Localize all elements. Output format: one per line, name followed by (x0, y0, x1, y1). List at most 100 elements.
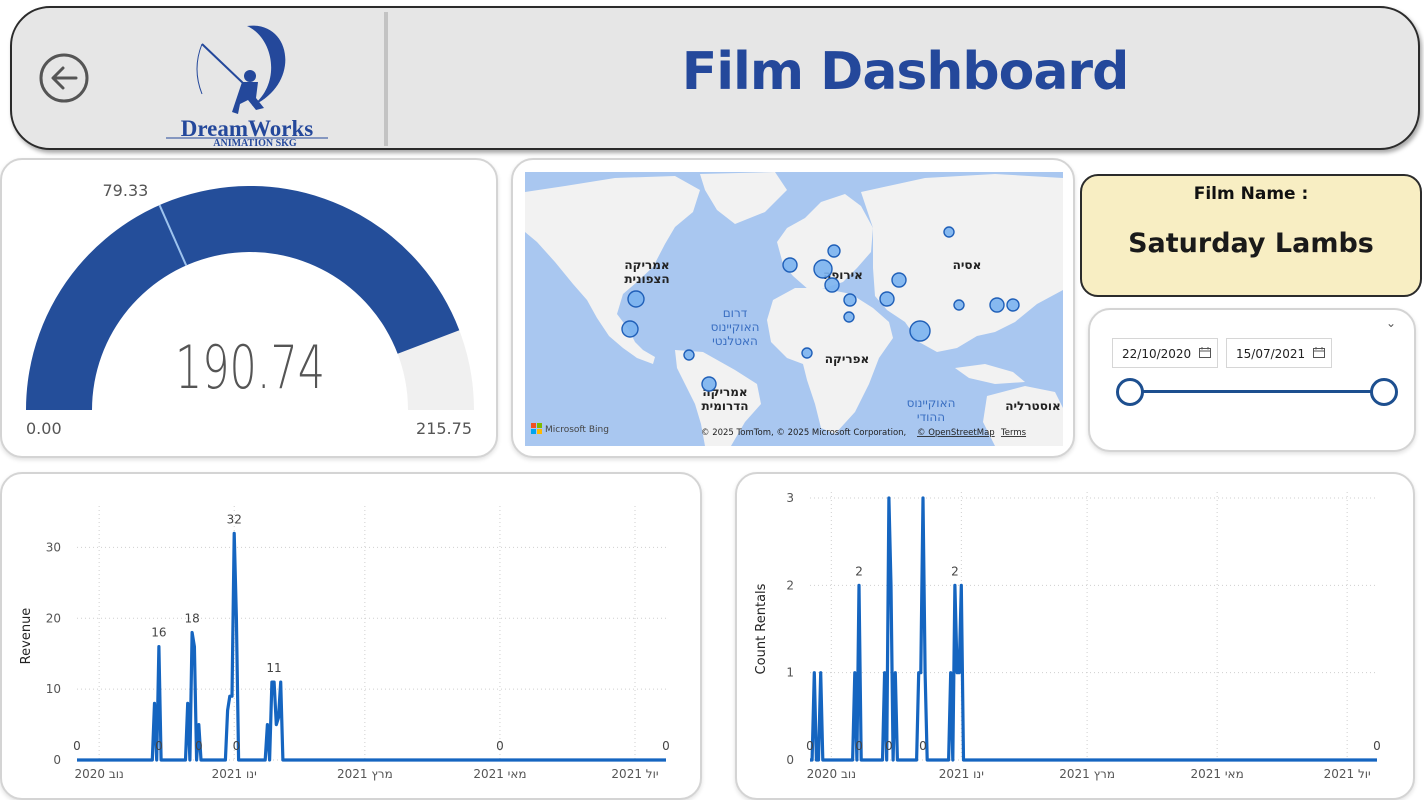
date-range-track[interactable] (1130, 390, 1384, 393)
start-date-input[interactable]: 22/10/2020 (1112, 338, 1218, 368)
y-axis-title: Revenue (19, 608, 34, 665)
date-slicer[interactable]: ⌄ 22/10/2020 15/07/2021 (1088, 308, 1416, 452)
y-tick-label: 30 (46, 540, 61, 554)
map-bubble (1006, 298, 1020, 312)
count-rentals-chart-card[interactable]: 0 1 2 3 נוב 2020 ינו 2021 מרץ 2021 מאי 2021 יול … (735, 472, 1415, 800)
map-bubble (827, 244, 841, 258)
data-label: 0 (1373, 739, 1381, 753)
map-bubble (989, 297, 1005, 313)
header-bar: DreamWorks ANIMATION SKG Film Dashboard (10, 6, 1420, 150)
data-label: 0 (496, 739, 504, 753)
indonesia-land (955, 364, 1025, 384)
map-label-atlantic-3: האטלנטי (712, 334, 758, 348)
map-attribution: © 2025 TomTom, © 2025 Microsoft Corporat… (701, 428, 906, 438)
map-card[interactable]: אמריקה הצפונית אירופה אסיה אפריקה אמריקה… (511, 158, 1075, 458)
data-label: 0 (885, 739, 893, 753)
x-tick-label: יול 2021 (611, 767, 658, 781)
y-tick-label: 1 (786, 666, 794, 680)
revenue-line-chart: 0 10 20 30 נוב 2020 ינו 2021 מרץ 2021 מאי 2021 י… (19, 506, 670, 781)
y-tick-label: 3 (786, 491, 794, 505)
dreamworks-logo: DreamWorks ANIMATION SKG (166, 25, 328, 146)
calendar-icon[interactable] (1199, 347, 1211, 358)
end-date-handle[interactable] (1370, 378, 1398, 406)
data-label: 2 (951, 564, 959, 578)
map-bubble (943, 226, 955, 238)
data-label: 11 (266, 661, 281, 675)
data-label: 0 (662, 739, 670, 753)
y-tick-label: 0 (786, 753, 794, 767)
calendar-icon[interactable] (1313, 347, 1325, 358)
map-bubble (701, 376, 717, 392)
map-label-indian-2: ההודי (917, 410, 945, 424)
osm-link[interactable]: © OpenStreetMap (917, 428, 995, 438)
data-label: 16 (151, 626, 166, 640)
back-arrow-icon[interactable] (38, 52, 90, 104)
x-tick-label: נוב 2020 (74, 767, 123, 781)
film-name-value: Saturday Lambs (1128, 228, 1374, 259)
count-rentals-line-chart: 0 1 2 3 נוב 2020 ינו 2021 מרץ 2021 מאי 2021 יול … (754, 491, 1381, 781)
x-tick-label: נוב 2020 (807, 767, 856, 781)
map-label-africa: אפריקה (825, 352, 869, 366)
data-label: 0 (919, 739, 927, 753)
film-name-label: Film Name : (1193, 184, 1309, 204)
map-label-south-america-2: הדרומית (701, 399, 748, 413)
map-bubble (621, 320, 639, 338)
map-bubble (843, 293, 857, 307)
revenue-gauge: 79.33 190.74 0.00 215.75 (26, 181, 474, 438)
start-date-handle[interactable] (1116, 378, 1144, 406)
end-date-value: 15/07/2021 (1236, 347, 1306, 361)
data-label: 0 (155, 739, 163, 753)
end-date-input[interactable]: 15/07/2021 (1226, 338, 1332, 368)
data-label: 0 (73, 739, 81, 753)
map-bubble (909, 320, 931, 342)
gauge-max-label: 215.75 (416, 419, 472, 438)
page-title: Film Dashboard (681, 42, 1130, 102)
gauge-card[interactable]: 79.33 190.74 0.00 215.75 (0, 158, 498, 458)
film-name-card: Film Name : Saturday Lambs (1080, 174, 1422, 297)
map-bubble (879, 291, 895, 307)
revenue-chart-card[interactable]: 0 10 20 30 נוב 2020 ינו 2021 מרץ 2021 מאי 2021 י… (0, 472, 702, 800)
svg-text:ANIMATION SKG: ANIMATION SKG (213, 138, 297, 146)
map-label-atlantic-1: דרום (723, 306, 748, 320)
y-tick-label: 10 (46, 682, 61, 696)
map-bubble (782, 257, 798, 273)
data-label: 0 (806, 739, 814, 753)
map-label-asia: אסיה (953, 258, 982, 272)
map-label-australia: אוסטרליה (1005, 399, 1060, 413)
chevron-down-icon[interactable]: ⌄ (1386, 316, 1396, 330)
x-tick-label: מרץ 2021 (1059, 767, 1115, 781)
data-label: 18 (185, 611, 200, 625)
svg-text:Microsoft Bing: Microsoft Bing (545, 425, 609, 435)
data-label: 0 (855, 739, 863, 753)
y-tick-label: 20 (46, 611, 61, 625)
data-label: 2 (855, 564, 863, 578)
map-bubble (801, 347, 813, 359)
map-bubble (627, 290, 645, 308)
data-label: 32 (227, 512, 242, 526)
x-tick-label: ינו 2021 (212, 767, 257, 781)
y-tick-label: 0 (53, 753, 61, 767)
north-america-land (525, 176, 700, 364)
y-tick-label: 2 (786, 578, 794, 592)
gauge-min-label: 0.00 (26, 419, 62, 438)
map-bubble (683, 349, 695, 361)
x-tick-label: מאי 2021 (1191, 767, 1244, 781)
map-label-indian-1: האוקיינוס (907, 396, 956, 410)
start-date-value: 22/10/2020 (1122, 347, 1192, 361)
terms-link[interactable]: Terms (1000, 428, 1027, 438)
x-tick-label: מאי 2021 (473, 767, 526, 781)
data-label: 0 (195, 739, 203, 753)
map-label-north-america-2: הצפונית (624, 272, 669, 286)
header-divider (384, 12, 388, 146)
map-bubble (953, 299, 965, 311)
gauge-target-label: 79.33 (103, 181, 149, 200)
map-bubble (813, 259, 833, 279)
map-label-north-america-1: אמריקה (624, 258, 669, 272)
bing-logo: Microsoft Bing (531, 423, 609, 435)
series-line (810, 496, 1377, 762)
x-tick-label: ינו 2021 (939, 767, 984, 781)
map-bubble (891, 272, 907, 288)
data-label: 0 (233, 739, 241, 753)
y-axis-title: Count Rentals (754, 583, 769, 674)
world-map[interactable]: אמריקה הצפונית אירופה אסיה אפריקה אמריקה… (525, 172, 1063, 446)
